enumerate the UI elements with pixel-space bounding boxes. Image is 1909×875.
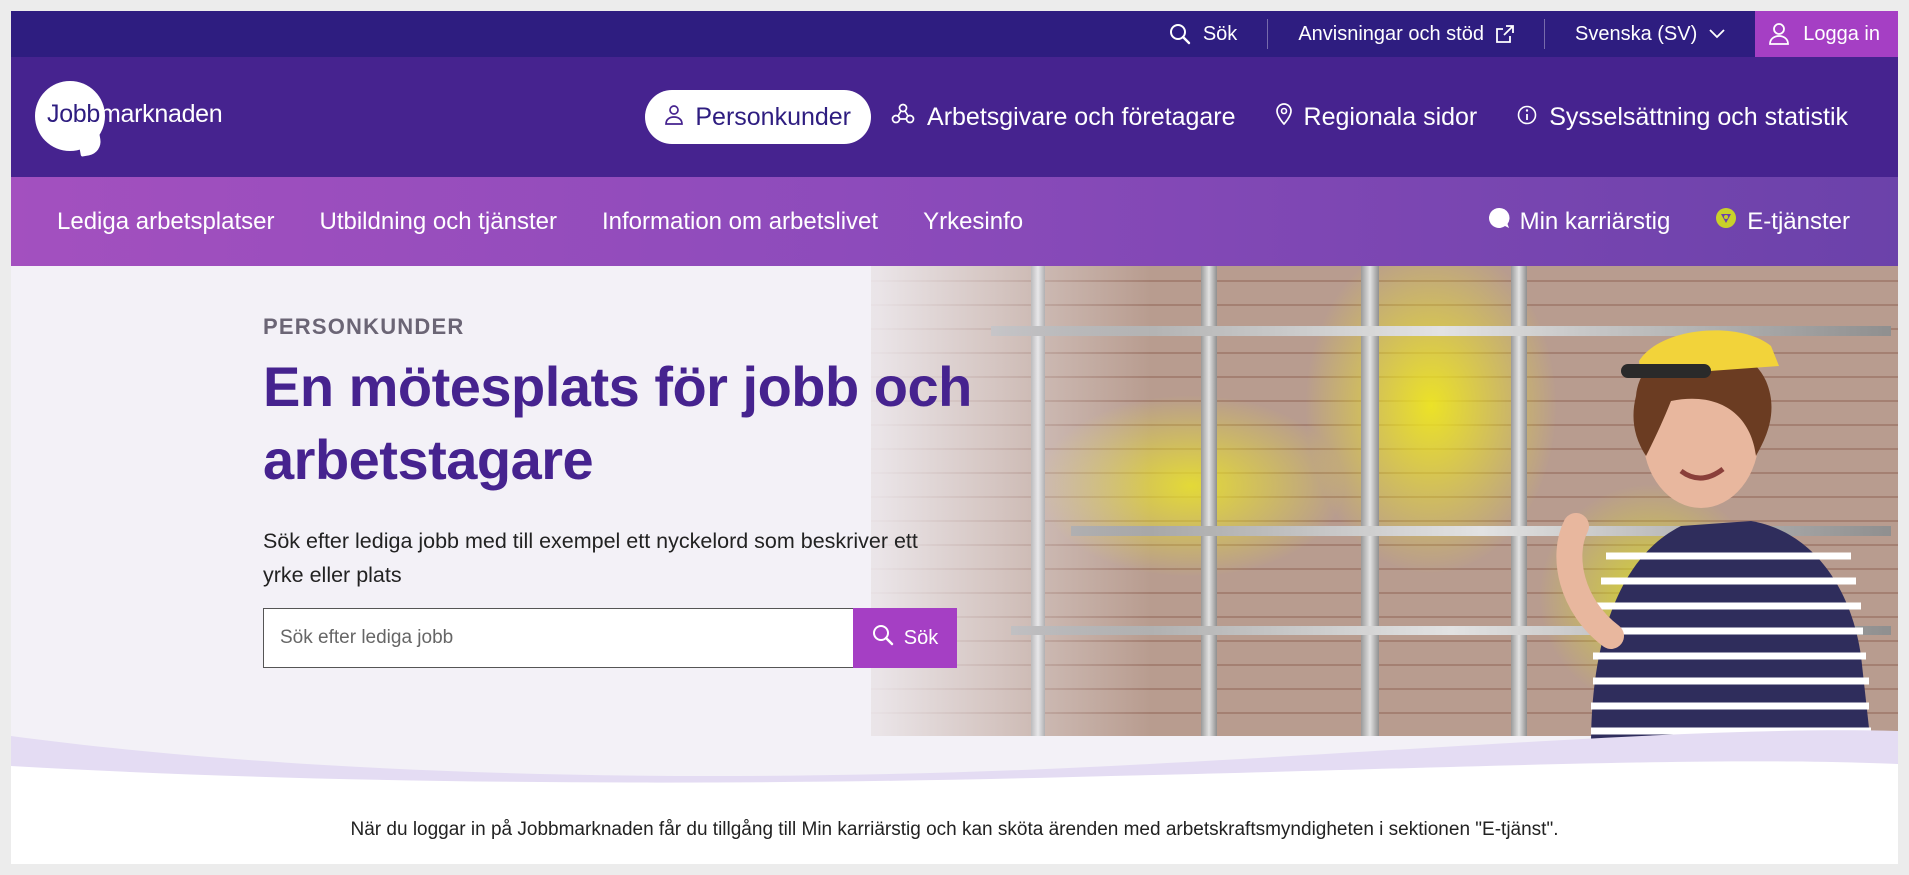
search-link[interactable]: Sök: [1139, 11, 1267, 57]
main-header: Jobbmarknaden Personkunder Arbetsgivare …: [11, 57, 1898, 177]
subnav-utbildning[interactable]: Utbildning och tjänster: [319, 208, 556, 236]
subnav-information[interactable]: Information om arbetslivet: [602, 208, 878, 236]
nav-personkunder[interactable]: Personkunder: [645, 90, 872, 144]
job-search-button[interactable]: Sök: [853, 608, 957, 668]
login-label: Logga in: [1803, 22, 1880, 45]
logo-text-part2: marknaden: [100, 100, 223, 128]
network-icon: [891, 103, 915, 132]
nav-personkunder-label: Personkunder: [695, 102, 852, 131]
nav-arbetsgivare[interactable]: Arbetsgivare och företagare: [871, 90, 1256, 144]
eservices-label: E-tjänster: [1747, 207, 1850, 235]
guidance-link-label: Anvisningar och stöd: [1298, 22, 1484, 45]
map-pin-icon: [1275, 102, 1292, 132]
sub-nav-left: Lediga arbetsplatser Utbildning och tjän…: [57, 177, 1023, 266]
scaffold-pole: [1361, 266, 1379, 736]
career-link[interactable]: Min karriärstig: [1488, 207, 1671, 236]
subnav-yrkesinfo[interactable]: Yrkesinfo: [923, 208, 1023, 236]
career-label: Min karriärstig: [1519, 207, 1671, 235]
nav-regionala-label: Regionala sidor: [1303, 102, 1478, 131]
hero-eyebrow: PERSONKUNDER: [263, 314, 465, 339]
search-icon: [1169, 23, 1191, 45]
chevron-down-icon: [1709, 29, 1725, 39]
hero-section: PERSONKUNDER En mötesplats för jobb och …: [11, 266, 1898, 786]
search-icon: [872, 624, 894, 652]
logo[interactable]: Jobbmarknaden: [35, 81, 223, 151]
language-selector[interactable]: Svenska (SV): [1545, 11, 1755, 57]
hero-description: Sök efter lediga jobb med till exempel e…: [263, 529, 918, 587]
nav-arbetsgivare-label: Arbetsgivare och företagare: [927, 102, 1236, 131]
worker-figure: [1556, 330, 1871, 746]
sub-nav: Lediga arbetsplatser Utbildning och tjän…: [11, 177, 1898, 266]
search-link-label: Sök: [1202, 22, 1238, 45]
main-nav: Personkunder Arbetsgivare och företagare…: [645, 90, 1868, 144]
person-icon: [665, 103, 684, 132]
utility-bar: Sök Anvisningar och stöd Svenska (SV) Lo…: [11, 11, 1898, 57]
subnav-lediga-arbetsplatser[interactable]: Lediga arbetsplatser: [57, 208, 274, 236]
external-link-icon: [1496, 25, 1514, 43]
nav-statistik-label: Sysselsättning och statistik: [1549, 102, 1848, 131]
logo-text: Jobbmarknaden: [47, 100, 223, 129]
info-icon: [1517, 103, 1537, 132]
chat-bubble-icon: [1488, 207, 1510, 236]
job-search-input[interactable]: [263, 608, 853, 668]
login-button[interactable]: Logga in: [1755, 11, 1898, 57]
user-icon: [1769, 23, 1790, 45]
scaffold-pole: [1201, 266, 1217, 736]
job-search-form: Sök: [263, 608, 957, 668]
hero-content: PERSONKUNDER En mötesplats för jobb och …: [263, 314, 983, 668]
hero-wave: [11, 730, 1898, 786]
job-search-button-label: Sök: [903, 626, 939, 649]
scaffold-pole: [1511, 266, 1527, 736]
hero-title-line1: En mötesplats för jobb och: [263, 355, 972, 418]
nav-regionala[interactable]: Regionala sidor: [1256, 90, 1498, 144]
logo-text-part1: Jobb: [47, 100, 101, 128]
sub-nav-right: Min karriärstig E-tjänster: [1488, 177, 1850, 266]
guidance-link[interactable]: Anvisningar och stöd: [1268, 11, 1544, 57]
login-info-text: När du loggar in på Jobbmarknaden får du…: [350, 819, 1559, 840]
hero-title-line2: arbetstagare: [263, 428, 594, 491]
hero-title: En mötesplats för jobb och arbetstagare: [263, 350, 983, 496]
page: Sök Anvisningar och stöd Svenska (SV) Lo…: [11, 11, 1898, 864]
eservices-link[interactable]: E-tjänster: [1715, 207, 1850, 236]
nav-statistik[interactable]: Sysselsättning och statistik: [1497, 90, 1868, 144]
language-label: Svenska (SV): [1574, 22, 1698, 45]
eservices-icon: [1715, 207, 1737, 236]
